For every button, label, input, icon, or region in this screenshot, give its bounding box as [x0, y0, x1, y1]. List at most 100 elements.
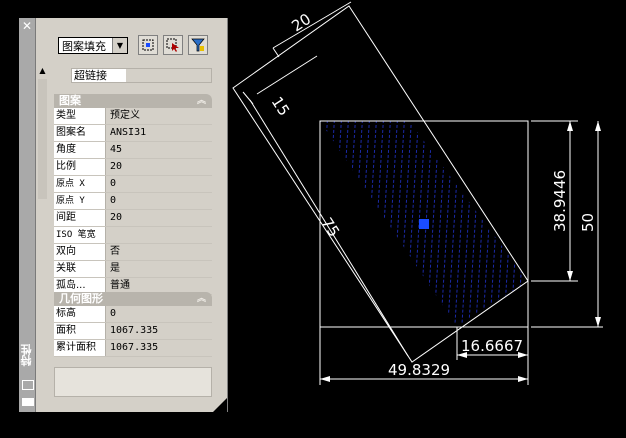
dim-text-15: 15: [268, 93, 293, 119]
hatch-line: [376, 121, 392, 327]
quick-select-icon: [142, 39, 154, 51]
property-value[interactable]: 预定义: [107, 108, 212, 124]
hatch-line: [467, 121, 483, 327]
palette-resize-corner[interactable]: [213, 398, 227, 412]
property-row[interactable]: 间距 20: [54, 210, 212, 227]
hatch-line: [348, 121, 364, 327]
hatch-line: [404, 121, 420, 327]
hatch-line: [502, 121, 518, 327]
property-key: 双向: [54, 244, 106, 260]
hatch-line: [355, 121, 371, 327]
palette-menu-icon[interactable]: [22, 398, 34, 406]
hatch-line: [538, 110, 552, 340]
dim-text-38: 38.9446: [551, 170, 569, 232]
palette-title: 特性: [20, 344, 33, 366]
property-row[interactable]: 比例 20: [54, 159, 212, 176]
hatch-line: [293, 110, 307, 340]
dim-text-20: 20: [288, 10, 314, 35]
palette-body: 图案填充 ▼ ▲ 超链接 图案 ︽ 类型 预定义 图案名 ANSI31 角度 4…: [36, 18, 227, 412]
property-key: 原点 Y: [54, 193, 106, 209]
chevron-down-icon[interactable]: ▼: [112, 38, 127, 53]
hatch-line: [390, 121, 406, 327]
section-geometry: 几何图形 ︽ 标高 0 面积 1067.335 累计面积 1067.335: [54, 292, 212, 357]
rotated-rectangle[interactable]: [232, 5, 529, 363]
property-value[interactable]: 否: [107, 244, 212, 260]
property-row[interactable]: 双向否: [54, 244, 212, 261]
hatch-line: [432, 121, 448, 327]
property-value[interactable]: 0: [107, 193, 212, 209]
hatch-line: [481, 121, 497, 327]
properties-palette: ✕ 特性 图案填充 ▼ ▲ 超链接 图案 ︽ 类型 预定义 图案名 ANSI31…: [19, 18, 228, 412]
hyperlink-label: 超链接: [74, 69, 107, 82]
auto-hide-icon[interactable]: [22, 380, 34, 390]
hatch-line: [516, 121, 528, 327]
property-key: 原点 X: [54, 176, 106, 192]
property-row[interactable]: 图案名 ANSI31: [54, 125, 212, 142]
dim-text-75: 75: [318, 214, 343, 240]
scroll-up-icon[interactable]: ▲: [37, 65, 48, 76]
property-value[interactable]: 0: [107, 306, 212, 322]
property-row[interactable]: 面积 1067.335: [54, 323, 212, 340]
description-box: [54, 367, 212, 397]
property-row[interactable]: ISO 笔宽: [54, 227, 212, 244]
section-pattern-title: 图案: [59, 94, 81, 107]
hatch-line: [495, 121, 511, 327]
property-value[interactable]: ANSI31: [107, 125, 212, 141]
select-objects-icon: [166, 38, 179, 52]
collapse-icon[interactable]: ︽: [197, 94, 206, 108]
dim-text-16: 16.6667: [461, 337, 523, 355]
property-key: ISO 笔宽: [54, 227, 106, 243]
hyperlink-row[interactable]: 超链接: [71, 68, 212, 83]
property-row[interactable]: 角度 45: [54, 142, 212, 159]
property-value[interactable]: 45: [107, 142, 212, 158]
property-key: 累计面积: [54, 340, 106, 356]
property-key: 角度: [54, 142, 106, 158]
property-row[interactable]: 原点 Y0: [54, 193, 212, 210]
hatch-line: [509, 121, 525, 327]
property-value[interactable]: 20: [107, 159, 212, 175]
toggle-pickadd-icon: [191, 38, 205, 52]
section-geometry-header[interactable]: 几何图形 ︽: [54, 292, 212, 306]
property-row[interactable]: 原点 X0: [54, 176, 212, 193]
property-value[interactable]: [107, 227, 212, 243]
section-pattern-header[interactable]: 图案 ︽: [54, 94, 212, 108]
palette-titlebar[interactable]: ✕ 特性: [19, 18, 36, 412]
property-row[interactable]: 标高 0: [54, 306, 212, 323]
hatch-line: [383, 121, 399, 327]
property-row[interactable]: 类型 预定义: [54, 108, 212, 125]
hatch-line: [397, 121, 413, 327]
hatch-line: [300, 110, 314, 340]
quick-select-button[interactable]: [138, 35, 158, 55]
object-type-value: 图案填充: [62, 40, 106, 53]
hatch-grip[interactable]: [419, 219, 429, 229]
dim-text-50: 50: [579, 213, 597, 232]
property-key: 图案名: [54, 125, 106, 141]
property-row[interactable]: 累计面积 1067.335: [54, 340, 212, 357]
hatch-line: [453, 121, 469, 327]
toggle-pickadd-button[interactable]: [188, 35, 208, 55]
property-value[interactable]: 是: [107, 261, 212, 277]
property-key: 标高: [54, 306, 106, 322]
hatch-line: [439, 121, 455, 327]
property-key: 关联: [54, 261, 106, 277]
hatch-line: [446, 121, 462, 327]
property-value[interactable]: 0: [107, 176, 212, 192]
property-row[interactable]: 关联是: [54, 261, 212, 278]
property-value[interactable]: 1067.335: [107, 323, 212, 339]
palette-scrollbar[interactable]: ▲: [36, 65, 49, 388]
scroll-thumb[interactable]: [38, 79, 47, 199]
collapse-icon[interactable]: ︽: [197, 292, 206, 306]
property-value[interactable]: 1067.335: [107, 340, 212, 356]
hatch-line: [531, 110, 545, 340]
property-key: 比例: [54, 159, 106, 175]
hyperlink-value[interactable]: [126, 69, 211, 82]
property-value[interactable]: 20: [107, 210, 212, 226]
select-objects-button[interactable]: [163, 35, 183, 55]
object-type-select[interactable]: 图案填充 ▼: [58, 37, 128, 54]
close-icon[interactable]: ✕: [21, 20, 33, 32]
property-key: 间距: [54, 210, 106, 226]
property-key: 类型: [54, 108, 106, 124]
section-pattern: 图案 ︽ 类型 预定义 图案名 ANSI31 角度 45 比例 20 原点 X0 原点 …: [54, 94, 212, 295]
property-key: 面积: [54, 323, 106, 339]
section-geometry-title: 几何图形: [59, 292, 103, 305]
